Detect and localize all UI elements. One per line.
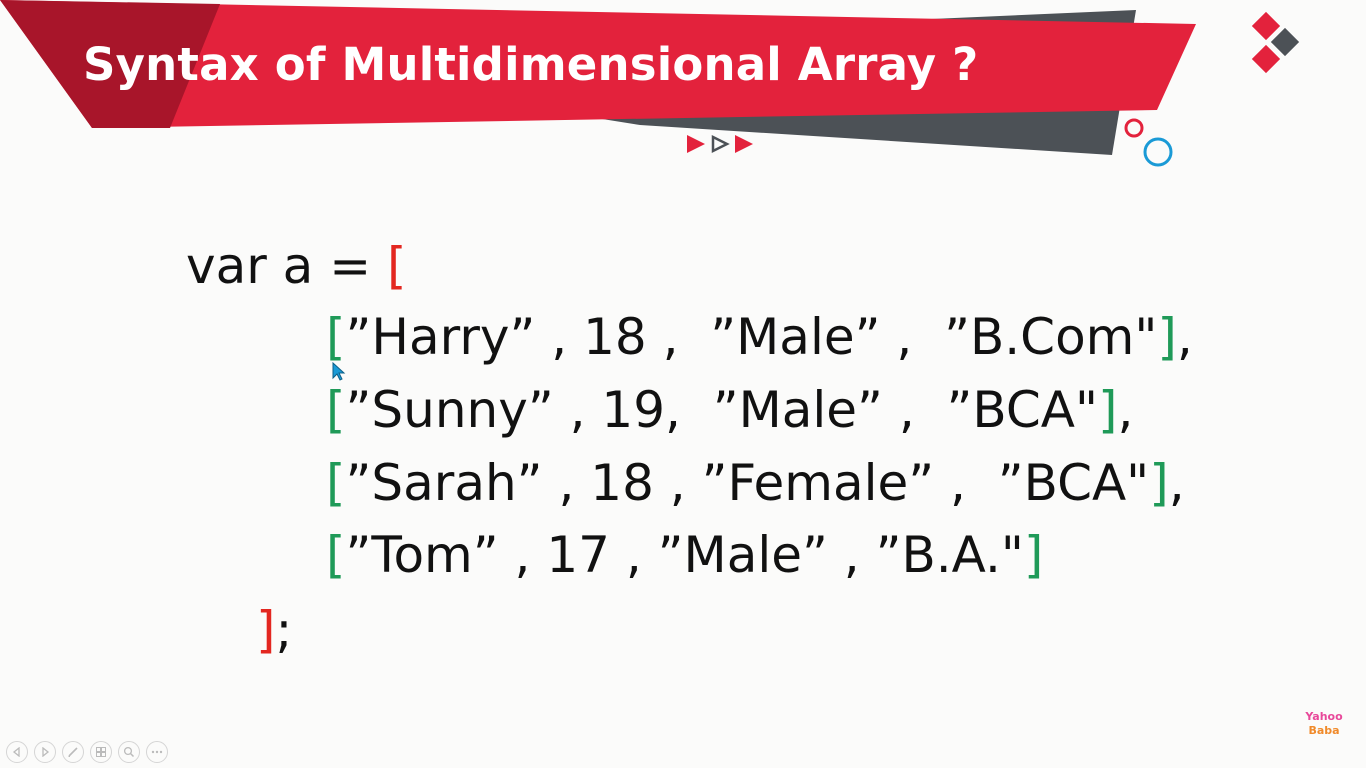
code-row: [”Tom” , 17 , ”Male” , ”B.A."] bbox=[326, 525, 1043, 585]
code-row: [”Sarah” , 18 , ”Female” , ”BCA"], bbox=[326, 453, 1185, 513]
pen-icon[interactable] bbox=[62, 741, 84, 763]
row-open-bracket: [ bbox=[326, 308, 346, 366]
slideshow-toolbar bbox=[6, 740, 168, 764]
terminator: ; bbox=[275, 601, 293, 659]
mouse-cursor-icon bbox=[332, 362, 346, 381]
row-content: ”Sarah” , 18 , ”Female” , ”BCA" bbox=[345, 454, 1150, 512]
previous-icon[interactable] bbox=[6, 741, 28, 763]
code-line-terminator: ]; bbox=[256, 600, 292, 660]
row-suffix: , bbox=[1168, 454, 1185, 512]
row-suffix: , bbox=[1117, 381, 1134, 439]
row-open-bracket: [ bbox=[326, 454, 346, 512]
row-close-bracket: ] bbox=[1157, 308, 1177, 366]
outer-open-bracket: [ bbox=[387, 237, 407, 295]
row-content: ”Sunny” , 19, ”Male” , ”BCA" bbox=[345, 381, 1098, 439]
code-row: [”Sunny” , 19, ”Male” , ”BCA"], bbox=[326, 380, 1133, 440]
row-open-bracket: [ bbox=[326, 526, 346, 584]
slides-icon[interactable] bbox=[90, 741, 112, 763]
more-icon[interactable] bbox=[146, 741, 168, 763]
code-row: [”Harry” , 18 , ”Male” , ”B.Com"], bbox=[326, 307, 1193, 367]
code-block: var a = [ [”Harry” , 18 , ”Male” , ”B.Co… bbox=[0, 0, 1366, 768]
watermark-top: Yahoo bbox=[1305, 710, 1343, 723]
row-close-bracket: ] bbox=[1023, 526, 1044, 584]
outer-close-bracket: ] bbox=[256, 601, 276, 659]
row-suffix: , bbox=[1176, 308, 1193, 366]
yahoo-baba-watermark: Yahoo Baba bbox=[1301, 710, 1347, 738]
watermark-bottom: Baba bbox=[1308, 724, 1340, 737]
row-content: ”Tom” , 17 , ”Male” , ”B.A." bbox=[345, 526, 1024, 584]
row-content: ”Harry” , 18 , ”Male” , ”B.Com" bbox=[345, 308, 1158, 366]
declaration-text: var a = bbox=[186, 237, 388, 295]
zoom-icon[interactable] bbox=[118, 741, 140, 763]
next-icon[interactable] bbox=[34, 741, 56, 763]
row-close-bracket: ] bbox=[1149, 454, 1169, 512]
code-line-declaration: var a = [ bbox=[186, 236, 407, 296]
row-close-bracket: ] bbox=[1097, 381, 1118, 439]
row-open-bracket: [ bbox=[326, 381, 346, 439]
